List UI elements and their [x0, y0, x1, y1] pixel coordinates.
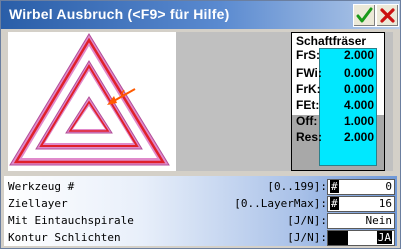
- param-row-res: Res: 2.000: [296, 130, 382, 145]
- param-value: 0.000: [343, 82, 374, 96]
- param-label: FrK:: [296, 82, 321, 96]
- field-prefix: #: [330, 197, 339, 210]
- param-label: FEt:: [296, 98, 320, 112]
- dialog-window: Wirbel Ausbruch (<F9> für Hilfe) Schaftf…: [0, 0, 401, 249]
- title-bar[interactable]: Wirbel Ausbruch (<F9> für Hilfe): [1, 1, 400, 29]
- close-button[interactable]: [376, 4, 399, 27]
- drawing-area: Schaftfräser FrS: 2.000 FWi: 0.000 FrK: …: [8, 32, 393, 171]
- param-row-fet: FEt: 4.000: [296, 98, 382, 113]
- form-row-ziellayer: Ziellayer [0..LayerMax]: # 16: [4, 196, 397, 212]
- param-label: FrS:: [296, 48, 320, 62]
- field-range: [J/N]:: [287, 214, 327, 227]
- werkzeug-input[interactable]: # 0: [327, 179, 395, 195]
- param-row-frk: FrK: 0.000: [296, 82, 382, 97]
- field-range: [0..199]:: [267, 180, 327, 193]
- triangle-toolpath-icon: [9, 33, 170, 166]
- param-value: 2.000: [343, 48, 374, 62]
- form-row-schlichten: Kontur Schlichten [J/N]: JA: [4, 230, 397, 246]
- param-value: 1.000: [343, 114, 374, 128]
- field-label: Ziellayer: [8, 197, 68, 210]
- window-title: Wirbel Ausbruch (<F9> für Hilfe): [9, 6, 230, 22]
- param-label: FWi:: [296, 66, 322, 80]
- ok-button[interactable]: [353, 4, 376, 27]
- param-row-off: Off: 1.000: [296, 114, 382, 129]
- tool-type-label: Schaftfräser: [296, 34, 367, 48]
- field-label: Werkzeug #: [8, 180, 75, 193]
- ziellayer-input[interactable]: # 16: [327, 196, 395, 212]
- param-value: 4.000: [343, 98, 374, 112]
- field-value: Nein: [365, 214, 393, 227]
- param-value: 0.000: [343, 66, 374, 80]
- form-row-eintauchspirale: Mit Eintauchspirale [J/N]: Nein: [4, 213, 397, 229]
- close-icon: [380, 8, 395, 23]
- field-range: [J/N]:: [287, 231, 327, 244]
- param-row-fwi: FWi: 0.000: [296, 66, 382, 81]
- tool-info-panel: Schaftfräser FrS: 2.000 FWi: 0.000 FrK: …: [291, 32, 385, 171]
- param-label: Off:: [296, 114, 318, 128]
- param-value: 2.000: [343, 130, 374, 144]
- toolpath-preview: [8, 32, 176, 171]
- form-row-werkzeug: Werkzeug # [0..199]: # 0: [4, 179, 397, 195]
- param-row-frs: FrS: 2.000: [296, 48, 382, 63]
- field-value: 0: [385, 180, 392, 193]
- field-label: Mit Eintauchspirale: [8, 214, 134, 227]
- checkmark-icon: [356, 7, 373, 23]
- field-value: 16: [378, 197, 392, 210]
- field-value: JA: [376, 231, 392, 244]
- field-prefix: #: [330, 180, 339, 193]
- parameter-form: Werkzeug # [0..199]: # 0 Ziellayer [0..L…: [4, 176, 397, 246]
- eintauchspirale-input[interactable]: Nein: [327, 213, 395, 229]
- param-label: Res:: [296, 130, 323, 144]
- field-range: [0..LayerMax]:: [234, 197, 327, 210]
- schlichten-input[interactable]: JA: [327, 230, 395, 246]
- field-label: Kontur Schlichten: [8, 231, 121, 244]
